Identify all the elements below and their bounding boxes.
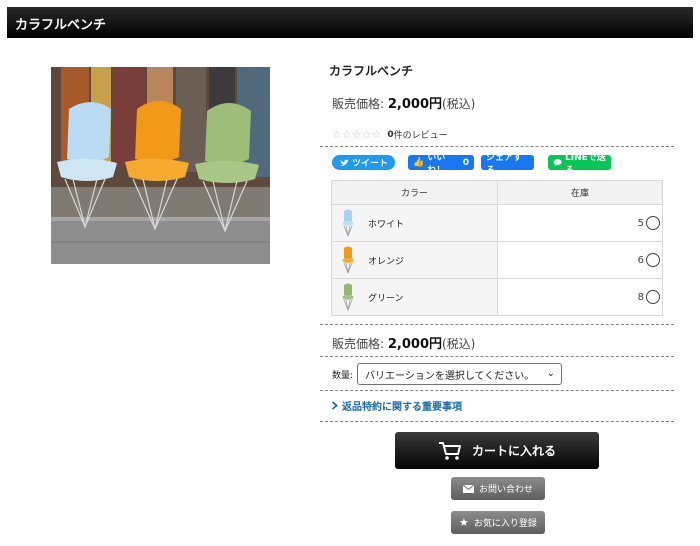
variation-row[interactable]: グリーン 8: [331, 278, 663, 316]
orange-chair-thumbnail: [342, 246, 354, 274]
returns-policy-link[interactable]: 返品特約に関する重要事項: [331, 398, 462, 413]
variation-row[interactable]: ホワイト 5: [331, 204, 663, 242]
header-title: カラフルベンチ: [15, 18, 107, 33]
inquiry-button[interactable]: お問い合わせ: [451, 477, 545, 500]
color-name: オレンジ: [368, 256, 405, 267]
divider: [320, 390, 674, 391]
chairs-photo: [51, 67, 270, 264]
add-to-cart-label: カートに入れる: [471, 444, 556, 458]
variation-row[interactable]: オレンジ 6: [331, 241, 663, 279]
like-label: いいね！: [427, 152, 446, 176]
variation-header-row: カラー 在庫: [331, 180, 663, 205]
variation-radio[interactable]: [646, 253, 660, 267]
returns-policy-label: 返品特約に関する重要事項: [342, 402, 462, 413]
product-image[interactable]: [51, 67, 270, 264]
price-tax: (税込): [442, 337, 476, 351]
add-to-cart-button[interactable]: カートに入れる: [395, 432, 599, 469]
variation-radio[interactable]: [646, 216, 660, 230]
line-label: LINEで送る: [565, 152, 606, 176]
color-header: カラー: [331, 180, 498, 205]
green-chair-thumbnail: [342, 283, 354, 311]
inquiry-label: お問い合わせ: [478, 485, 533, 495]
variation-radio[interactable]: [646, 290, 660, 304]
thumbs-up-icon: 👍: [413, 157, 425, 168]
line-icon: [553, 159, 562, 167]
favorite-label: お気に入り登録: [473, 519, 537, 529]
share-label: シェアする: [486, 152, 523, 176]
facebook-share-button[interactable]: シェアする: [481, 153, 534, 176]
variation-select[interactable]: バリエーションを選択してください。 ⌄: [357, 363, 563, 385]
chevron-right-icon: [331, 401, 338, 410]
stock-count: 5: [637, 217, 644, 229]
tweet-button[interactable]: ツイート: [332, 155, 395, 170]
quantity-row: 数量: バリエーションを選択してください。 ⌄: [332, 363, 563, 385]
product-name: カラフルベンチ: [329, 64, 414, 78]
price-top: 販売価格: 2,000円(税込): [332, 93, 475, 112]
price-label: 販売価格:: [332, 337, 385, 351]
divider: [320, 421, 674, 422]
facebook-like-button[interactable]: 👍 いいね！ 0: [408, 153, 474, 176]
star-icon: ★: [459, 516, 469, 529]
chevron-down-icon: ⌄: [546, 368, 556, 379]
rating-stars-icon: ☆☆☆☆☆: [332, 128, 382, 141]
price-label: 販売価格:: [332, 97, 385, 111]
white-chair-thumbnail: [342, 209, 354, 237]
stock-count: 6: [637, 254, 644, 266]
envelope-icon: [462, 484, 474, 493]
price-value: 2,000円: [387, 97, 442, 112]
variation-select-value: バリエーションを選択してください。: [365, 371, 535, 382]
stock-count: 8: [637, 291, 644, 303]
line-share-button[interactable]: LINEで送る: [548, 153, 611, 176]
variation-table: カラー 在庫 ホワイト 5 オレンジ 6 グリーン 8: [331, 180, 663, 316]
stock-header: 在庫: [497, 180, 663, 205]
divider: [320, 356, 674, 357]
quantity-label: 数量:: [332, 370, 354, 381]
tweet-label: ツイート: [351, 159, 388, 169]
price-bottom: 販売価格: 2,000円(税込): [332, 333, 475, 352]
twitter-bird-icon: [339, 159, 349, 166]
review-summary[interactable]: ☆☆☆☆☆ 0 件のレビュー: [332, 128, 448, 141]
page-header: カラフルベンチ: [7, 7, 693, 38]
color-name: ホワイト: [368, 219, 405, 230]
cart-icon: [438, 441, 461, 460]
color-name: グリーン: [368, 293, 404, 304]
divider: [320, 146, 674, 147]
divider: [320, 324, 674, 325]
like-count: 0: [462, 157, 469, 168]
review-suffix: 件のレビュー: [393, 131, 448, 141]
price-value: 2,000円: [387, 337, 442, 352]
price-tax: (税込): [442, 97, 476, 111]
favorite-button[interactable]: ★ お気に入り登録: [451, 511, 545, 534]
